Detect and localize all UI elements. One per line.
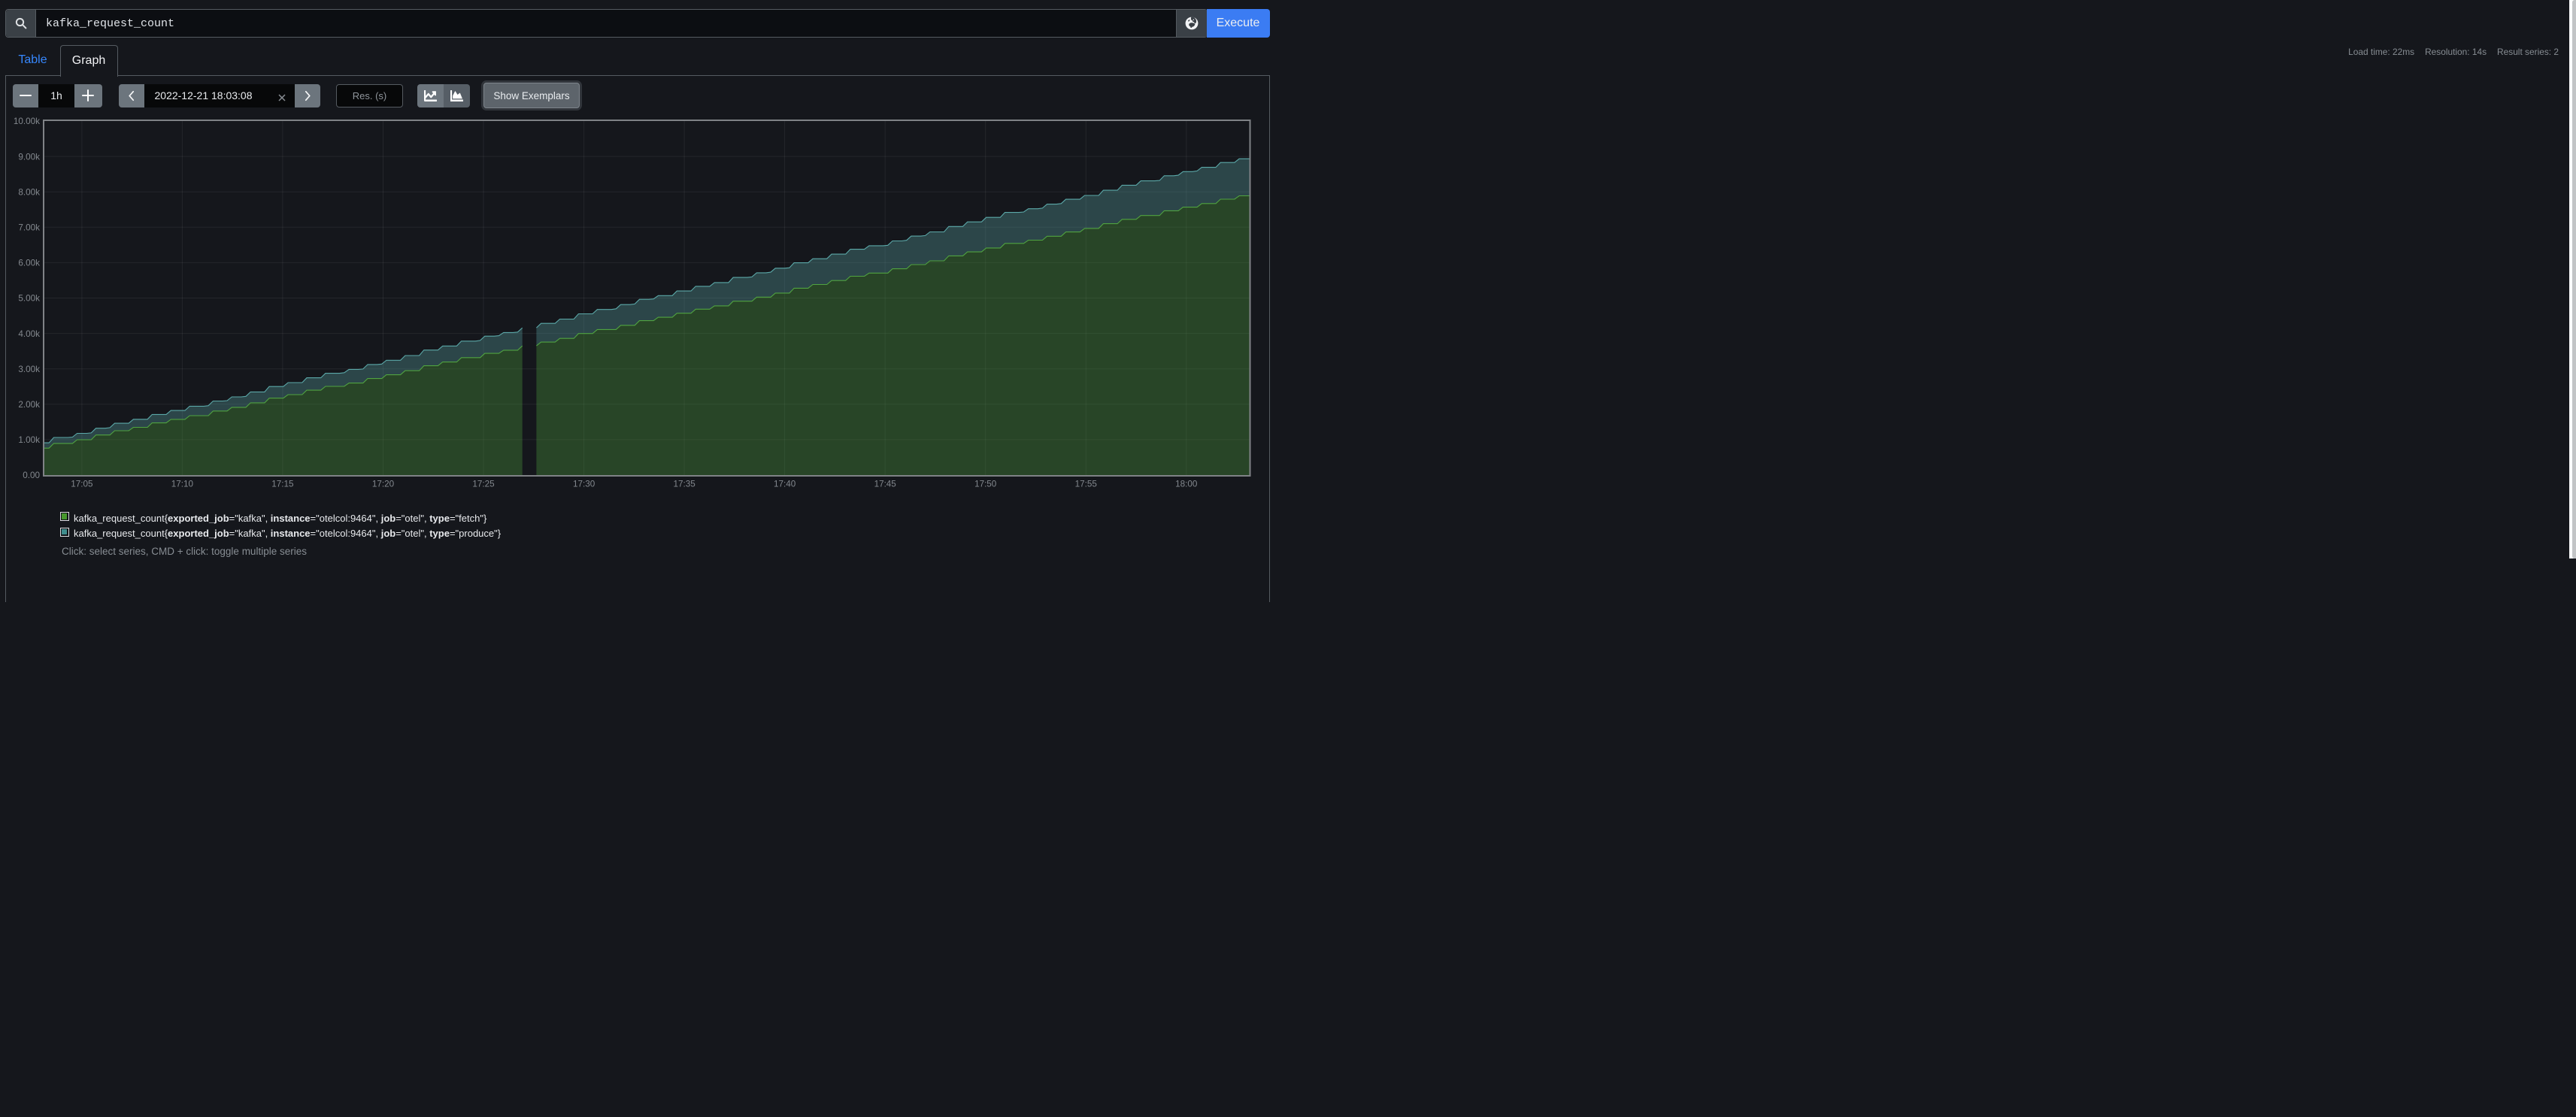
svg-text:6.00k: 6.00k: [18, 259, 40, 268]
svg-text:18:00: 18:00: [1175, 480, 1198, 489]
svg-text:10.00k: 10.00k: [14, 117, 40, 126]
svg-text:4.00k: 4.00k: [18, 329, 40, 339]
svg-text:0.00: 0.00: [23, 471, 40, 480]
svg-text:8.00k: 8.00k: [18, 187, 40, 197]
svg-text:5.00k: 5.00k: [18, 294, 40, 304]
svg-text:17:05: 17:05: [71, 480, 93, 489]
svg-text:17:15: 17:15: [271, 480, 294, 489]
svg-text:17:45: 17:45: [874, 480, 897, 489]
svg-text:17:35: 17:35: [673, 480, 696, 489]
svg-text:1.00k: 1.00k: [18, 435, 40, 445]
svg-text:17:40: 17:40: [774, 480, 796, 489]
svg-text:3.00k: 3.00k: [18, 365, 40, 374]
svg-text:17:10: 17:10: [171, 480, 194, 489]
svg-text:17:20: 17:20: [372, 480, 395, 489]
svg-text:17:50: 17:50: [974, 480, 997, 489]
svg-text:17:55: 17:55: [1075, 480, 1098, 489]
svg-text:17:30: 17:30: [573, 480, 596, 489]
svg-text:7.00k: 7.00k: [18, 223, 40, 233]
svg-text:17:25: 17:25: [472, 480, 495, 489]
svg-text:9.00k: 9.00k: [18, 152, 40, 162]
svg-text:2.00k: 2.00k: [18, 400, 40, 410]
